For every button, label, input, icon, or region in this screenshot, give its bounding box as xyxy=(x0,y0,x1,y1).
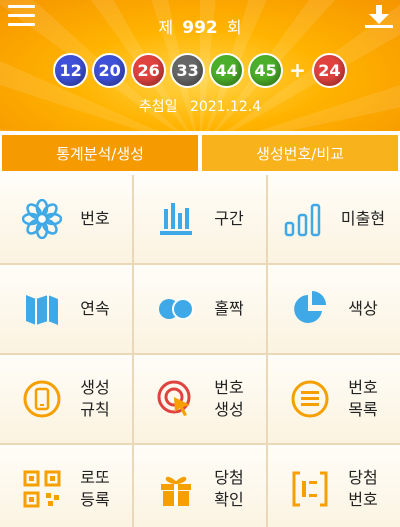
menu-item-label: 번호목록 xyxy=(348,377,377,421)
draw-suffix: 회 xyxy=(226,18,242,37)
menu-item-label-line: 등록 xyxy=(80,490,110,509)
menu-item-label-line: 번호 xyxy=(348,378,378,397)
menu-item-label-line: 번호 xyxy=(214,378,244,397)
menu-item-label-line: 규칙 xyxy=(80,400,110,419)
menu-item-label: 색상 xyxy=(348,298,377,320)
menu-item-label-line: 번호 xyxy=(348,490,378,509)
map-icon xyxy=(22,289,62,329)
qr-code-icon xyxy=(22,469,62,509)
bonus-ball: 24 xyxy=(311,52,347,88)
menu-item-label-line: 목록 xyxy=(348,400,378,419)
menu-item-당첨-번호[interactable]: 당첨번호 xyxy=(268,445,400,527)
draw-date-value: 2021.12.4 xyxy=(189,99,262,115)
lotto-ball: 26 xyxy=(131,52,167,88)
tab-statistics-generate[interactable]: 통계분석/생성 xyxy=(0,133,200,173)
draw-date: 추첨일 2021.12.4 xyxy=(0,96,400,116)
menu-item-홀짝[interactable]: 홀짝 xyxy=(134,265,266,353)
lotto-ball: 12 xyxy=(53,52,89,88)
menu-grid: 번호 구간 미출현 연속 홀짝 색상 생성 규칙 번호 생성 번호 목록 로또 … xyxy=(0,175,400,527)
menu-item-label: 미출현 xyxy=(341,208,385,230)
menu-item-label-line: 연속 xyxy=(80,299,110,318)
flower-icon xyxy=(22,199,63,239)
bonus-plus-sign: + xyxy=(289,58,306,82)
menu-item-label-line: 생성 xyxy=(214,400,244,419)
draw-prefix: 제 xyxy=(158,18,174,37)
draw-round-title: 제 992 회 xyxy=(0,17,400,39)
target-click-icon xyxy=(156,379,196,419)
menu-item-label-line: 확인 xyxy=(214,490,244,509)
menu-item-label: 당첨번호 xyxy=(348,467,377,511)
menu-item-구간[interactable]: 구간 xyxy=(134,175,266,263)
menu-item-label: 번호 xyxy=(80,208,109,230)
pie-chart-icon xyxy=(290,289,330,329)
lottery-header: 제 992 회 12 20 26 33 44 45 +24 추첨일 2021.12.4 xyxy=(0,0,400,131)
menu-item-label-line: 색상 xyxy=(348,299,378,318)
menu-item-미출현[interactable]: 미출현 xyxy=(268,175,400,263)
menu-item-번호-생성[interactable]: 번호생성 xyxy=(134,355,266,443)
menu-item-label-line: 구간 xyxy=(214,209,244,228)
signal-bars-icon xyxy=(283,199,323,239)
tab-bar: 통계분석/생성 생성번호/비교 xyxy=(0,133,400,173)
bar-chart-icon xyxy=(156,199,196,239)
menu-item-label-line: 당첨 xyxy=(348,468,378,487)
draw-number: 992 xyxy=(182,18,218,38)
lotto-ball: 44 xyxy=(209,52,245,88)
menu-item-당첨-확인[interactable]: 당첨확인 xyxy=(134,445,266,527)
menu-item-label: 구간 xyxy=(214,208,243,230)
menu-item-label-line: 홀짝 xyxy=(214,299,244,318)
tab-generated-compare[interactable]: 생성번호/비교 xyxy=(200,133,400,173)
draw-date-label: 추첨일 xyxy=(138,99,178,115)
menu-item-label: 로또등록 xyxy=(80,467,109,511)
menu-item-label: 홀짝 xyxy=(214,298,243,320)
menu-item-label-line: 번호 xyxy=(80,209,110,228)
menu-item-label: 번호생성 xyxy=(214,377,243,421)
menu-item-색상[interactable]: 색상 xyxy=(268,265,400,353)
lotto-ball: 45 xyxy=(248,52,284,88)
lotto-ball: 33 xyxy=(170,52,206,88)
menu-item-로또-등록[interactable]: 로또등록 xyxy=(0,445,132,527)
toggle-circles-icon xyxy=(156,289,196,329)
menu-item-연속[interactable]: 연속 xyxy=(0,265,132,353)
menu-item-label-line: 당첨 xyxy=(214,468,244,487)
list-doc-icon xyxy=(290,379,330,419)
menu-item-label-line: 로또 xyxy=(80,468,110,487)
bracket-numbers-icon xyxy=(290,469,330,509)
menu-item-생성-규칙[interactable]: 생성규칙 xyxy=(0,355,132,443)
menu-item-번호[interactable]: 번호 xyxy=(0,175,132,263)
lotto-ball: 20 xyxy=(92,52,128,88)
menu-item-번호-목록[interactable]: 번호목록 xyxy=(268,355,400,443)
menu-item-label-line: 생성 xyxy=(80,378,110,397)
menu-item-label-line: 미출현 xyxy=(340,209,386,228)
phone-rules-icon xyxy=(22,379,62,419)
menu-item-label: 생성규칙 xyxy=(80,377,109,421)
menu-item-label: 당첨확인 xyxy=(214,467,243,511)
menu-item-label: 연속 xyxy=(80,298,109,320)
winning-numbers: 12 20 26 33 44 45 +24 xyxy=(0,52,400,88)
gift-icon xyxy=(156,469,196,509)
